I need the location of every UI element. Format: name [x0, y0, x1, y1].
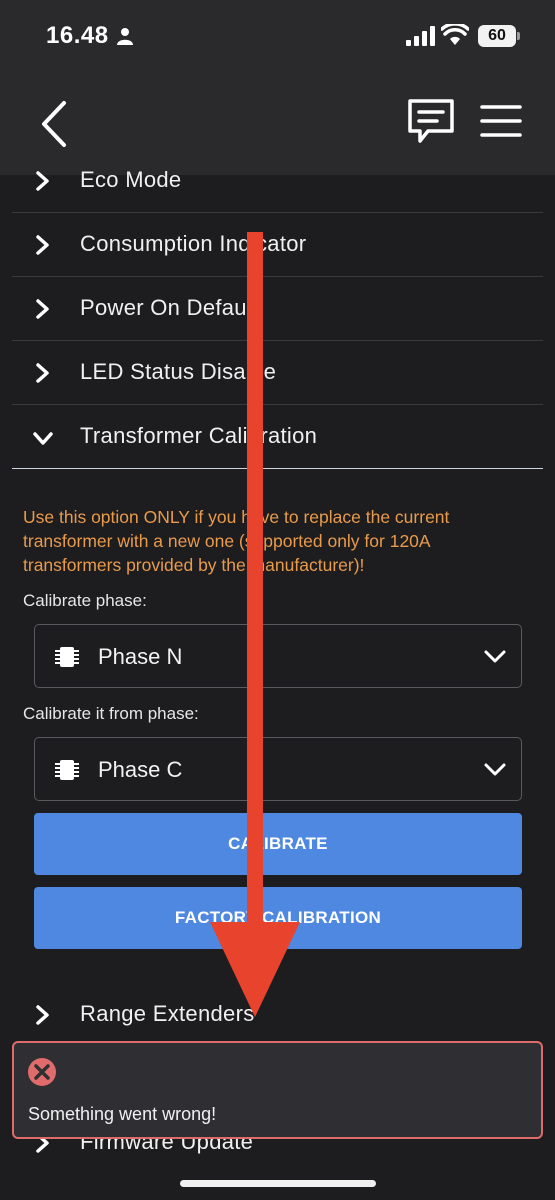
chevron-right-icon	[36, 171, 49, 191]
accordion-label: Consumption Indicator	[80, 231, 307, 256]
error-message: Something went wrong!	[28, 1104, 217, 1124]
accordion-item-consumption-indicator[interactable]: Consumption Indicator	[12, 213, 543, 277]
back-chevron-icon[interactable]	[36, 99, 72, 149]
chevron-right-icon	[36, 235, 49, 255]
chevron-right-icon	[36, 299, 49, 319]
chip-icon	[55, 647, 79, 667]
calibrate-phase-select[interactable]: Phase N	[34, 624, 522, 688]
accordion-label: Eco Mode	[80, 167, 182, 192]
calibration-warning: Use this option ONLY if you have to repl…	[23, 507, 450, 575]
accordion-label: Transformer Calibration	[80, 423, 318, 448]
home-indicator[interactable]	[180, 1180, 376, 1187]
accordion-item-power-on-default[interactable]: Power On Default	[12, 277, 543, 341]
select-value: Phase C	[98, 757, 183, 782]
cellular-signal-icon	[406, 26, 435, 46]
person-icon	[117, 28, 133, 45]
accordion-item-led-status-disable[interactable]: LED Status Disable	[12, 341, 543, 405]
battery-icon: 60	[478, 25, 520, 47]
calibrate-from-phase-select[interactable]: Phase C	[34, 737, 522, 801]
chevron-down-icon	[484, 763, 506, 776]
accordion-label: LED Status Disable	[80, 359, 277, 384]
chevron-right-icon	[36, 1005, 49, 1025]
chip-icon	[55, 760, 79, 780]
accordion-label: Range Extenders	[80, 1001, 255, 1026]
error-toast[interactable]: Something went wrong!	[12, 1041, 543, 1139]
accordion-item-transformer-calibration[interactable]: Transformer Calibration	[12, 405, 543, 469]
status-bar: 16.48 60	[0, 0, 555, 75]
chevron-down-icon	[33, 432, 53, 445]
chevron-right-icon	[36, 363, 49, 383]
chevron-down-icon	[484, 650, 506, 663]
error-close-icon[interactable]	[27, 1057, 57, 1087]
wifi-icon	[441, 24, 469, 45]
factory-calibration-button[interactable]: FACTORY CALIBRATION	[34, 887, 522, 949]
calibrate-button[interactable]: CALIBRATE	[34, 813, 522, 875]
accordion-label: Power On Default	[80, 295, 259, 320]
calibrate-from-phase-label: Calibrate it from phase:	[23, 704, 199, 723]
calibrate-phase-label: Calibrate phase:	[23, 591, 147, 610]
chat-message-icon[interactable]	[406, 97, 456, 145]
accordion-item-eco-mode[interactable]: Eco Mode	[12, 149, 543, 213]
accordion-item-range-extenders[interactable]: Range Extenders	[12, 983, 543, 1047]
battery-level: 60	[488, 27, 506, 44]
select-value: Phase N	[98, 644, 183, 669]
status-time: 16.48	[46, 22, 109, 49]
hamburger-menu-icon[interactable]	[480, 103, 522, 139]
